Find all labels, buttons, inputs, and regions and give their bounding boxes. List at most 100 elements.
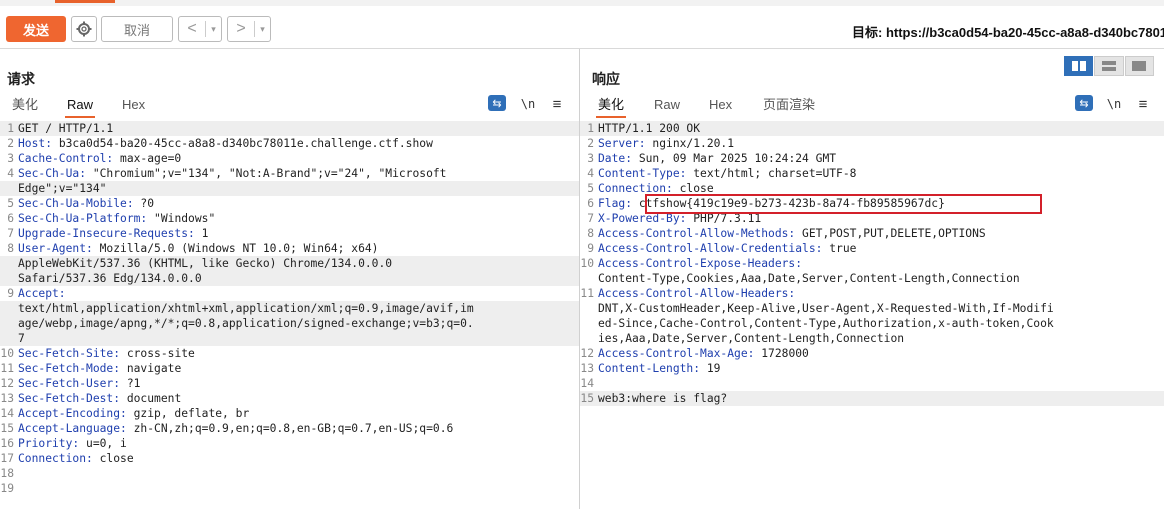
- line-number: 14: [580, 377, 594, 390]
- header-value: Mozilla/5.0 (Windows NT 10.0; Win64; x64…: [92, 242, 379, 255]
- header-value: web3:where is flag?: [598, 392, 728, 405]
- tab-raw[interactable]: Raw: [652, 96, 682, 116]
- forward-button[interactable]: > ▾: [227, 16, 271, 42]
- show-newlines-button[interactable]: \n: [1106, 95, 1122, 113]
- code-line: 2 Server: nginx/1.20.1: [580, 136, 1164, 151]
- response-title: 响应: [592, 71, 620, 87]
- line-text: Connection: close: [18, 451, 134, 466]
- line-text: Sec-Ch-Ua-Platform: "Windows": [18, 211, 215, 226]
- header-value: AppleWebKit/537.36 (KHTML, like Gecko) C…: [18, 257, 393, 270]
- line-text: Edge";v="134": [18, 181, 106, 196]
- line-number: 1: [7, 122, 14, 135]
- tab-hex[interactable]: Hex: [120, 96, 147, 116]
- tab-raw[interactable]: Raw: [65, 96, 96, 118]
- code-line: 3 Cache-Control: max-age=0: [0, 151, 579, 166]
- line-text: Server: nginx/1.20.1: [598, 136, 734, 151]
- header-name: Accept:: [18, 287, 66, 300]
- line-number: 3: [7, 152, 14, 165]
- line-text: ies,Aaa,Date,Server,Content-Length,Conne…: [598, 331, 904, 346]
- line-number: 18: [0, 467, 14, 480]
- code-line: 1 HTTP/1.1 200 OK: [580, 121, 1164, 136]
- rows-icon: [1101, 61, 1116, 71]
- code-line: ies,Aaa,Date,Server,Content-Length,Conne…: [580, 331, 1164, 346]
- line-number: 8: [587, 227, 594, 240]
- header-value: b3ca0d54-ba20-45cc-a8a8-d340bc78011e.cha…: [52, 137, 433, 150]
- cancel-button[interactable]: 取消: [101, 16, 173, 42]
- header-name: Access-Control-Max-Age:: [598, 347, 755, 360]
- columns-icon: [1071, 61, 1086, 71]
- line-text: User-Agent: Mozilla/5.0 (Windows NT 10.0…: [18, 241, 378, 256]
- header-value: "Chromium";v="134", "Not:A-Brand";v="24"…: [86, 167, 447, 180]
- send-button[interactable]: 发送: [6, 16, 66, 42]
- header-name: Accept-Language:: [18, 422, 127, 435]
- header-value: gzip, deflate, br: [126, 407, 250, 420]
- code-line: DNT,X-CustomHeader,Keep-Alive,User-Agent…: [580, 301, 1164, 316]
- line-number: 9: [587, 242, 594, 255]
- gear-icon: [76, 21, 92, 37]
- line-text: 7: [18, 331, 25, 346]
- back-arrow-icon: <: [187, 20, 197, 37]
- header-value: cross-site: [120, 347, 195, 360]
- line-text: Host: b3ca0d54-ba20-45cc-a8a8-d340bc7801…: [18, 136, 433, 151]
- line-text: Content-Length: 19: [598, 361, 720, 376]
- code-line: 12 Access-Control-Max-Age: 1728000: [580, 346, 1164, 361]
- menu-icon[interactable]: ≡: [549, 95, 565, 113]
- show-newlines-button[interactable]: \n: [520, 95, 536, 113]
- line-number: 12: [0, 377, 14, 390]
- code-line: AppleWebKit/537.36 (KHTML, like Gecko) C…: [0, 256, 579, 271]
- header-value: 1: [194, 227, 209, 240]
- line-number: [0, 256, 18, 271]
- code-line: 16 Priority: u=0, i: [0, 436, 579, 451]
- code-line: 18: [0, 466, 579, 481]
- wrap-lines-icon[interactable]: ⇆: [1075, 95, 1093, 111]
- settings-button[interactable]: [71, 16, 97, 42]
- header-name: Content-Length:: [598, 362, 701, 375]
- line-number: 10: [580, 257, 594, 270]
- tab-pretty[interactable]: 美化: [596, 96, 627, 118]
- chevron-down-icon[interactable]: ▾: [254, 21, 270, 37]
- header-name: Sec-Fetch-Site:: [18, 347, 121, 360]
- header-name: Accept-Encoding:: [18, 407, 127, 420]
- line-text: Safari/537.36 Edg/134.0.0.0: [18, 271, 202, 286]
- tab-hex[interactable]: Hex: [707, 96, 734, 116]
- line-number: 2: [587, 137, 594, 150]
- header-value: age/webp,image/apng,*/*;q=0.8,applicatio…: [18, 317, 474, 330]
- wrap-lines-icon[interactable]: ⇆: [488, 95, 506, 111]
- header-name: Server:: [598, 137, 646, 150]
- header-name: Access-Control-Allow-Headers:: [598, 287, 796, 300]
- tab-render[interactable]: 页面渲染: [761, 96, 817, 116]
- back-button[interactable]: < ▾: [178, 16, 222, 42]
- request-editor[interactable]: 1 GET / HTTP/1.1 2 Host: b3ca0d54-ba20-45cc…: [0, 121, 579, 509]
- line-text: Accept-Language: zh-CN,zh;q=0.9,en;q=0.8…: [18, 421, 453, 436]
- side-by-side-view-button[interactable]: [1064, 56, 1094, 76]
- header-value: true: [822, 242, 857, 255]
- header-name: Host:: [18, 137, 53, 150]
- single-view-button[interactable]: [1124, 56, 1154, 76]
- response-editor[interactable]: 1 HTTP/1.1 200 OK 2 Server: nginx/1.20.1 3 Da…: [580, 121, 1164, 509]
- header-value: nginx/1.20.1: [645, 137, 735, 150]
- target-url[interactable]: 目标: https://b3ca0d54-ba20-45cc-a8a8-d340…: [852, 22, 1164, 41]
- line-number: [0, 316, 18, 331]
- forward-arrow-icon: >: [236, 20, 246, 37]
- header-name: User-Agent:: [18, 242, 93, 255]
- menu-icon[interactable]: ≡: [1135, 95, 1151, 113]
- header-name: Sec-Fetch-Mode:: [18, 362, 121, 375]
- header-value: ?1: [120, 377, 141, 390]
- line-text: Sec-Fetch-User: ?1: [18, 376, 140, 391]
- line-number: 15: [0, 422, 14, 435]
- line-text: Cache-Control: max-age=0: [18, 151, 181, 166]
- stacked-view-button[interactable]: [1094, 56, 1124, 76]
- line-text: web3:where is flag?: [598, 391, 727, 406]
- code-line: 1 GET / HTTP/1.1: [0, 121, 579, 136]
- chevron-down-icon[interactable]: ▾: [205, 21, 221, 37]
- header-value: navigate: [120, 362, 182, 375]
- line-text: DNT,X-CustomHeader,Keep-Alive,User-Agent…: [598, 301, 1054, 316]
- header-name: Flag:: [598, 197, 633, 210]
- header-value: Edge";v="134": [18, 182, 107, 195]
- tab-pretty[interactable]: 美化: [10, 96, 40, 116]
- header-value: ies,Aaa,Date,Server,Content-Length,Conne…: [598, 332, 905, 345]
- line-number: 14: [0, 407, 14, 420]
- line-number: 5: [7, 197, 14, 210]
- header-value: DNT,X-CustomHeader,Keep-Alive,User-Agent…: [598, 302, 1054, 315]
- header-name: Upgrade-Insecure-Requests:: [18, 227, 195, 240]
